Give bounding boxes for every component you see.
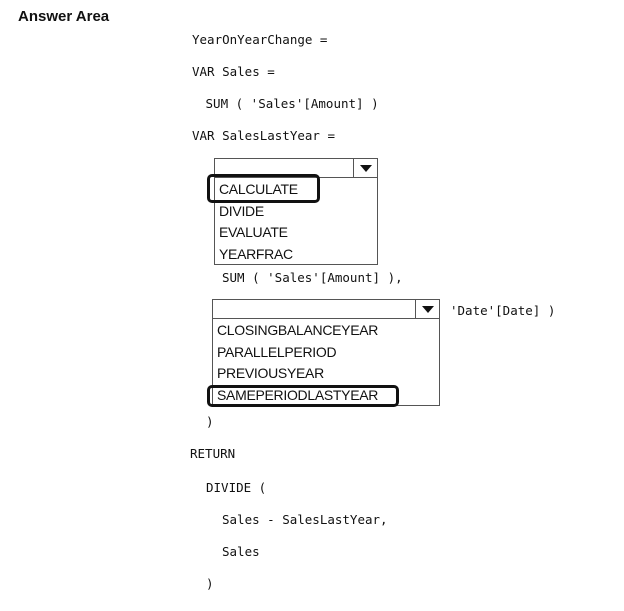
answer-area-title: Answer Area (18, 8, 110, 25)
chevron-down-icon[interactable] (353, 159, 377, 177)
option-previousyear[interactable]: PREVIOUSYEAR (217, 364, 324, 382)
option-sameperiodlastyear[interactable]: SAMEPERIODLASTYEAR (217, 386, 378, 404)
function-dropdown[interactable]: CALCULATE DIVIDE EVALUATE YEARFRAC (214, 158, 378, 266)
code-line-divide: DIVIDE ( (206, 480, 267, 495)
chevron-down-icon[interactable] (415, 300, 439, 318)
code-line-var-saleslastyear: VAR SalesLastYear = (192, 128, 335, 143)
function-dropdown-list: CALCULATE DIVIDE EVALUATE YEARFRAC (214, 177, 378, 265)
code-line-final-paren: ) (206, 576, 214, 591)
time-intelligence-dropdown-list: CLOSINGBALANCEYEAR PARALLELPERIOD PREVIO… (212, 318, 440, 406)
code-line-divide-numerator: Sales - SalesLastYear, (222, 512, 388, 527)
code-line-date-column: 'Date'[Date] ) (450, 303, 556, 318)
option-evaluate[interactable]: EVALUATE (219, 223, 288, 241)
time-intelligence-dropdown[interactable]: CLOSINGBALANCEYEAR PARALLELPERIOD PREVIO… (212, 299, 440, 407)
code-line-sum-amount-arg: SUM ( 'Sales'[Amount] ), (222, 270, 403, 285)
code-line-close-paren: ) (206, 414, 214, 429)
option-yearfrac[interactable]: YEARFRAC (219, 245, 293, 263)
code-line-var-sales: VAR Sales = (192, 64, 275, 79)
option-divide[interactable]: DIVIDE (219, 202, 264, 220)
code-line-return: RETURN (190, 446, 236, 461)
code-line-measure: YearOnYearChange = (192, 32, 328, 47)
function-dropdown-header[interactable] (214, 158, 378, 178)
option-calculate[interactable]: CALCULATE (219, 180, 298, 198)
time-intelligence-dropdown-header[interactable] (212, 299, 440, 319)
option-parallelperiod[interactable]: PARALLELPERIOD (217, 343, 337, 361)
code-line-sum-amount: SUM ( 'Sales'[Amount] ) (198, 96, 379, 111)
code-line-divide-denominator: Sales (222, 544, 260, 559)
option-closingbalanceyear[interactable]: CLOSINGBALANCEYEAR (217, 321, 378, 339)
